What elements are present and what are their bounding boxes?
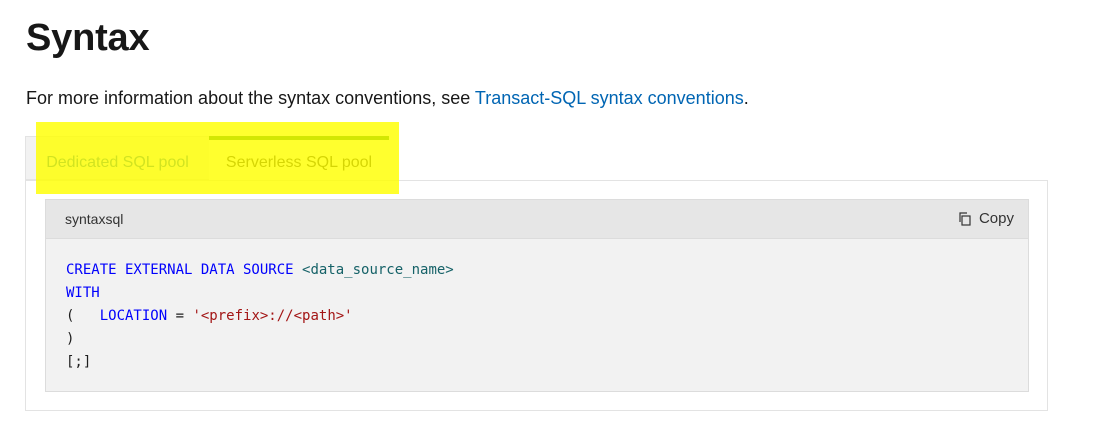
code-line: [;] <box>66 351 1028 374</box>
copy-label: Copy <box>978 210 1014 227</box>
syntax-conventions-link[interactable]: Transact-SQL syntax conventions <box>475 88 744 108</box>
code-line: ) <box>66 328 1028 351</box>
intro-after: . <box>743 88 749 108</box>
page-title: Syntax <box>26 17 150 59</box>
code-line: WITH <box>66 282 1028 305</box>
copy-button[interactable]: Copy <box>957 210 1014 227</box>
code-line: CREATE EXTERNAL DATA SOURCE <data_source… <box>66 259 1028 282</box>
code-token: [;] <box>66 354 92 370</box>
code-header: syntaxsql Copy <box>45 199 1029 239</box>
code-token: = <box>167 308 193 324</box>
tab-dedicated-sql-pool[interactable]: Dedicated SQL pool <box>25 136 209 180</box>
code-block: CREATE EXTERNAL DATA SOURCE <data_source… <box>45 239 1029 392</box>
code-token: ( <box>66 308 100 324</box>
code-token: '<prefix>://<path>' <box>192 308 353 324</box>
code-token: CREATE EXTERNAL DATA SOURCE <box>66 262 294 278</box>
copy-icon <box>959 211 971 226</box>
intro-text: For more information about the syntax co… <box>26 88 475 108</box>
code-token: WITH <box>66 285 100 301</box>
tab-serverless-sql-pool[interactable]: Serverless SQL pool <box>209 136 389 180</box>
code-token: <data_source_name> <box>302 262 454 278</box>
tab-container: Dedicated SQL pool Serverless SQL pool s… <box>25 136 1048 411</box>
code-line: ( LOCATION = '<prefix>://<path>' <box>66 305 1028 328</box>
code-token: LOCATION <box>99 308 168 324</box>
tab-panel: syntaxsql Copy CREATE EXTERNAL DATA SOUR… <box>25 180 1048 411</box>
code-token: ) <box>66 331 75 347</box>
intro-paragraph: For more information about the syntax co… <box>26 86 749 110</box>
code-language-label: syntaxsql <box>65 211 124 227</box>
tab-strip: Dedicated SQL pool Serverless SQL pool <box>25 136 1048 180</box>
